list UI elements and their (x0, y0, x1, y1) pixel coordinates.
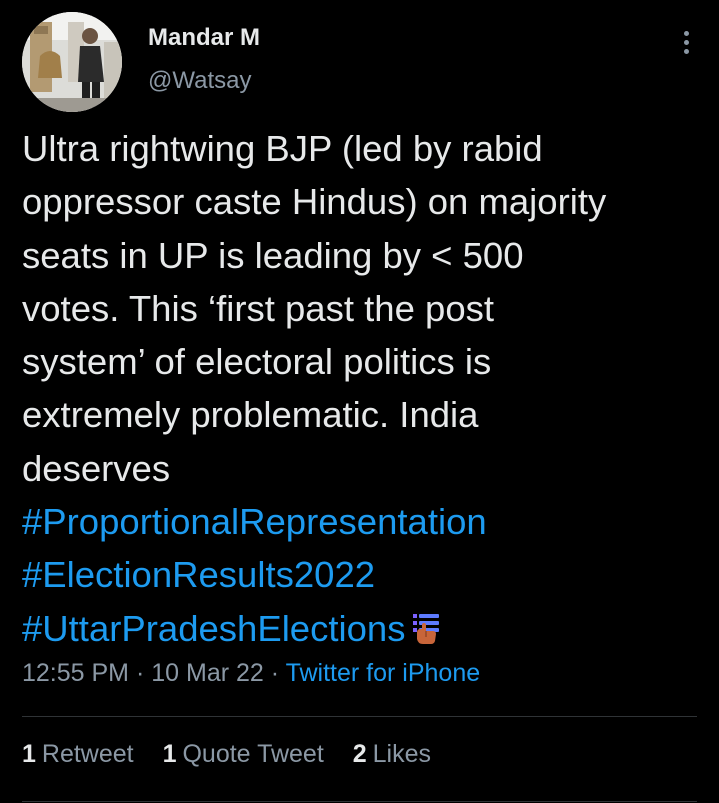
hashtag-link[interactable]: #ProportionalRepresentation (22, 501, 487, 542)
user-handle[interactable]: @Watsay (148, 67, 252, 95)
tweet-text: Ultra rightwing BJP (led by rabid oppres… (22, 122, 702, 659)
tweet-time[interactable]: 12:55 PM (22, 659, 129, 687)
tweet-text-line: Ultra rightwing BJP (led by rabid (22, 128, 543, 169)
meta-separator: · (135, 659, 145, 687)
hashtag-link[interactable]: #ElectionResults2022 (22, 554, 375, 595)
quote-tweets-stat[interactable]: 1 Quote Tweet (163, 740, 324, 769)
more-options-icon[interactable] (672, 24, 700, 60)
meta-separator: · (270, 659, 280, 687)
tweet-text-line: oppressor caste Hindus) on majority (22, 181, 607, 223)
hashtag-link[interactable]: #UttarPradeshElections (22, 608, 405, 649)
more-dot (683, 39, 689, 45)
tweet-source-link[interactable]: Twitter for iPhone (286, 659, 481, 687)
profile-photo-icon (22, 12, 122, 112)
tweet-header: Mandar M @Watsay (22, 12, 700, 112)
tweet-text-line: seats in UP is leading by < 500 (22, 234, 524, 276)
hashtag-line: #ProportionalRepresentation (22, 495, 702, 548)
likes-label: Likes (372, 740, 432, 768)
quote-tweets-label: Quote Tweet (182, 740, 324, 768)
tweet-text-line: deserves (22, 447, 171, 489)
retweets-stat[interactable]: 1 Retweet (22, 740, 134, 769)
divider (22, 801, 697, 802)
retweets-count: 1 (22, 740, 36, 768)
more-dot (683, 48, 689, 54)
hashtag-line: #ElectionResults2022 (22, 548, 702, 601)
tweet-meta: 12:55 PM · 10 Mar 22 · Twitter for iPhon… (22, 659, 480, 688)
engagement-stats: 1 Retweet 1 Quote Tweet 2 Likes (22, 740, 453, 769)
likes-stat[interactable]: 2 Likes (353, 740, 431, 769)
quote-tweets-count: 1 (162, 740, 177, 768)
tweet-date[interactable]: 10 Mar 22 (151, 659, 264, 687)
avatar[interactable] (22, 12, 122, 112)
more-dot (683, 30, 689, 36)
ballot-box-with-hand-icon (409, 606, 443, 659)
tweet-text-line: system’ of electoral politics is (22, 341, 492, 383)
hashtag-line: #UttarPradeshElections (22, 602, 702, 659)
retweets-label: Retweet (41, 740, 134, 768)
display-name[interactable]: Mandar M (148, 24, 260, 52)
likes-count: 2 (352, 740, 367, 768)
tweet-text-line: extremely problematic. India (22, 394, 479, 436)
divider (22, 716, 697, 717)
tweet-text-line: votes. This ‘first past the post (22, 287, 495, 329)
